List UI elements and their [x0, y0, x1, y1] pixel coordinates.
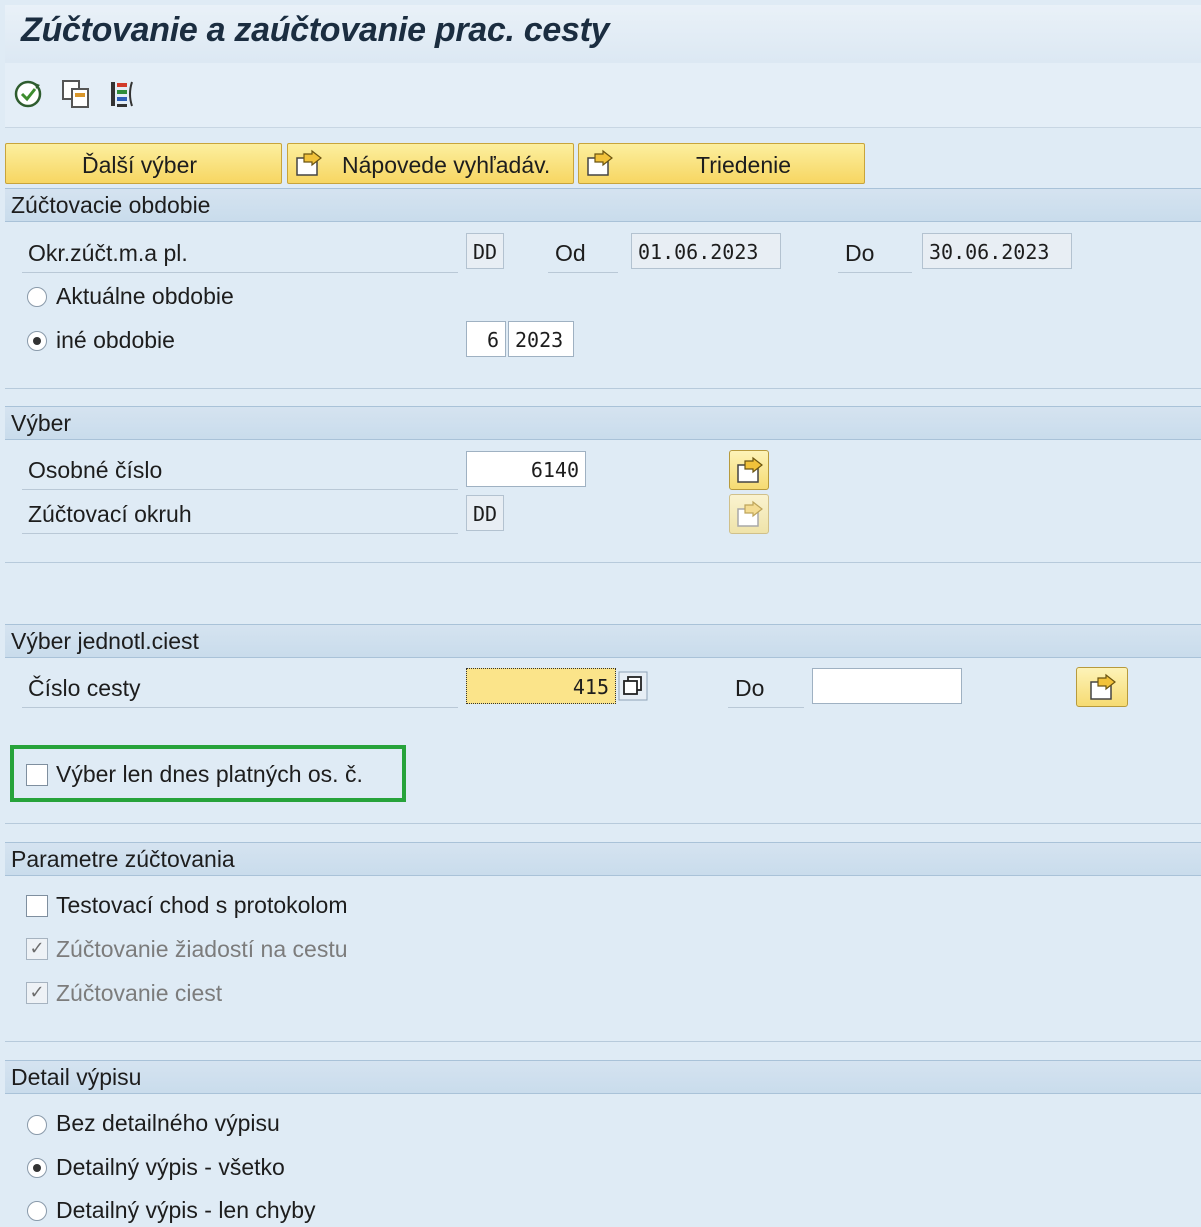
- osobne-cislo-field[interactable]: 6140: [466, 451, 586, 487]
- testovaci-checkbox[interactable]: [26, 895, 48, 917]
- arrow-folder-icon: [1090, 673, 1116, 700]
- okr-label: Okr.zúčt.m.a pl.: [28, 240, 188, 266]
- execute-icon[interactable]: [11, 77, 45, 111]
- application-toolbar: [5, 63, 1201, 128]
- section-header-cesty: Výber jednotl.ciest: [5, 624, 1201, 658]
- cesty-do-label: Do: [735, 675, 765, 701]
- label-underline: [548, 272, 618, 273]
- arrow-folder-icon: [296, 149, 322, 176]
- bez-detailu-label: Bez detailného výpisu: [56, 1110, 280, 1136]
- section-title: Výber: [11, 410, 72, 436]
- multiple-selection-button-disabled: [729, 494, 769, 534]
- testovaci-label: Testovací chod s protokolom: [56, 892, 348, 918]
- od-label: Od: [555, 240, 586, 266]
- label-underline: [22, 272, 458, 273]
- section-header-parametre: Parametre zúčtovania: [5, 842, 1201, 876]
- multiple-selection-button[interactable]: [1076, 667, 1128, 707]
- platnych-label: Výber len dnes platných os. č.: [56, 761, 363, 787]
- arrow-folder-icon: [737, 500, 763, 527]
- ciest-label: Zúčtovanie ciest: [56, 980, 223, 1006]
- detail-vsetko-label: Detailný výpis - všetko: [56, 1154, 285, 1180]
- list-icon[interactable]: [107, 77, 141, 111]
- separator: [5, 562, 1201, 563]
- ine-obdobie-label: iné obdobie: [56, 327, 175, 353]
- dalsi-vyber-button[interactable]: Ďalší výber: [5, 143, 282, 184]
- label-underline: [22, 707, 458, 708]
- aktualne-radio[interactable]: [27, 287, 47, 307]
- ciest-checkbox: ✓: [26, 982, 48, 1004]
- osobne-cislo-label: Osobné číslo: [28, 457, 163, 483]
- zuctovaci-okruh-label: Zúčtovací okruh: [28, 501, 192, 527]
- platnych-checkbox[interactable]: [26, 764, 48, 786]
- cesty-do-field[interactable]: [812, 668, 962, 704]
- okr-field[interactable]: DD: [466, 233, 504, 269]
- dalsi-vyber-label: Ďalší výber: [82, 152, 198, 178]
- section-title: Parametre zúčtovania: [11, 846, 235, 872]
- month-field[interactable]: 6: [466, 321, 506, 357]
- label-underline: [728, 707, 804, 708]
- detail-vsetko-radio[interactable]: [27, 1158, 47, 1178]
- section-header-detail: Detail výpisu: [5, 1060, 1201, 1094]
- year-field[interactable]: 2023: [508, 321, 574, 357]
- triedenie-label: Triedenie: [696, 152, 792, 178]
- cislo-cesty-label: Číslo cesty: [28, 675, 141, 701]
- od-field[interactable]: 01.06.2023: [631, 233, 781, 269]
- do-field[interactable]: 30.06.2023: [922, 233, 1072, 269]
- page-title: Zúčtovanie a zaúčtovanie prac. cesty: [21, 11, 610, 49]
- zuctovaci-okruh-field[interactable]: DD: [466, 495, 504, 531]
- section-header-obdobie: Zúčtovacie obdobie: [5, 188, 1201, 222]
- bez-detailu-radio[interactable]: [27, 1115, 47, 1135]
- ine-obdobie-radio[interactable]: [27, 331, 47, 351]
- cislo-cesty-field[interactable]: 415: [466, 668, 616, 704]
- napovede-button[interactable]: Nápovede vyhľadáv.: [287, 143, 574, 184]
- aktualne-label: Aktuálne obdobie: [56, 283, 234, 309]
- arrow-folder-icon: [737, 456, 763, 483]
- separator: [5, 823, 1201, 824]
- label-underline: [22, 533, 458, 534]
- section-header-vyber: Výber: [5, 406, 1201, 440]
- section-title: Výber jednotl.ciest: [11, 628, 199, 654]
- multiple-selection-button[interactable]: [729, 450, 769, 490]
- section-title: Zúčtovacie obdobie: [11, 192, 211, 218]
- detail-chyby-radio[interactable]: [27, 1201, 47, 1221]
- label-underline: [22, 489, 458, 490]
- arrow-folder-icon: [587, 149, 613, 176]
- ziadosti-label: Zúčtovanie žiadostí na cestu: [56, 936, 348, 962]
- label-underline: [838, 272, 912, 273]
- section-title: Detail výpisu: [11, 1064, 142, 1090]
- detail-chyby-label: Detailný výpis - len chyby: [56, 1197, 316, 1223]
- separator: [5, 1041, 1201, 1042]
- title-bar: Zúčtovanie a zaúčtovanie prac. cesty: [5, 5, 1201, 63]
- do-label: Do: [845, 240, 875, 266]
- copy-variant-icon[interactable]: [59, 77, 93, 111]
- ziadosti-checkbox: ✓: [26, 938, 48, 960]
- separator: [5, 388, 1201, 389]
- napovede-label: Nápovede vyhľadáv.: [342, 152, 551, 178]
- triedenie-button[interactable]: Triedenie: [578, 143, 865, 184]
- search-help-icon[interactable]: [618, 671, 648, 701]
